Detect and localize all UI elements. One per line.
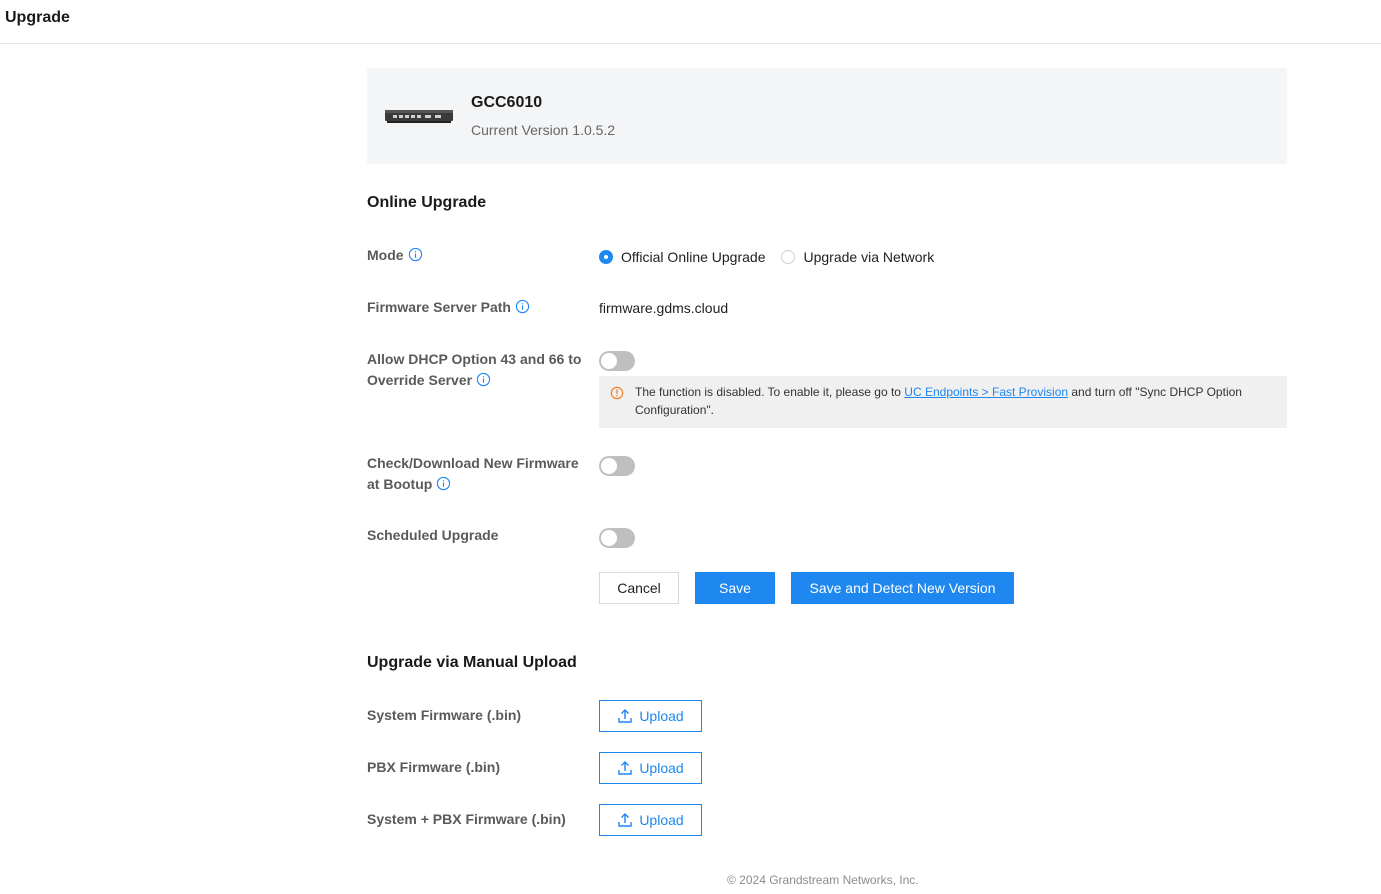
upload-label: Upload [639, 760, 684, 776]
firmware-server-path-label-text: Firmware Server Path [367, 299, 511, 315]
upload-system-pbx-firmware-button[interactable]: Upload [599, 804, 702, 836]
fast-provision-link[interactable]: UC Endpoints > Fast Provision [904, 385, 1068, 399]
scheduled-upgrade-label: Scheduled Upgrade [367, 527, 499, 543]
radio-label: Upgrade via Network [803, 249, 935, 265]
device-card: GCC6010 Current Version 1.0.5.2 [367, 68, 1287, 164]
dhcp-override-label: Allow DHCP Option 43 and 66 to Override … [367, 349, 592, 391]
check-at-bootup-label: Check/Download New Firmware at Bootup [367, 453, 592, 495]
toggle-knob [601, 458, 617, 474]
upload-icon [618, 761, 633, 775]
save-detect-button[interactable]: Save and Detect New Version [791, 572, 1014, 604]
system-pbx-firmware-label: System + PBX Firmware (.bin) [367, 811, 566, 827]
device-version: Current Version 1.0.5.2 [471, 122, 615, 138]
manual-upload-title: Upgrade via Manual Upload [367, 654, 577, 671]
page-title: Upgrade [5, 9, 70, 26]
check-at-bootup-label-text: Check/Download New Firmware at Bootup [367, 455, 579, 492]
info-icon[interactable] [408, 247, 423, 262]
save-button[interactable]: Save [695, 572, 775, 604]
pbx-firmware-label: PBX Firmware (.bin) [367, 759, 501, 775]
system-firmware-label: System Firmware (.bin) [367, 707, 522, 723]
firmware-server-path-value: firmware.gdms.cloud [599, 300, 729, 316]
upload-icon [618, 813, 633, 827]
upload-system-firmware-button[interactable]: Upload [599, 700, 702, 732]
upload-label: Upload [639, 708, 684, 724]
mode-label: Mode [367, 245, 592, 266]
dhcp-override-toggle[interactable] [599, 351, 635, 371]
check-at-bootup-toggle[interactable] [599, 456, 635, 476]
upload-pbx-firmware-button[interactable]: Upload [599, 752, 702, 784]
radio-label: Official Online Upgrade [621, 249, 766, 265]
cancel-button[interactable]: Cancel [599, 572, 679, 604]
info-icon[interactable] [476, 372, 491, 387]
info-icon[interactable] [436, 476, 451, 491]
version-value: 1.0.5.2 [572, 122, 616, 138]
network-device-icon [385, 110, 453, 123]
footer-copyright: © 2024 Grandstream Networks, Inc. [727, 873, 919, 887]
notice-text-prefix: The function is disabled. To enable it, … [635, 385, 905, 399]
upload-icon [618, 709, 633, 723]
dhcp-override-label-text: Allow DHCP Option 43 and 66 to Override … [367, 351, 582, 388]
radio-dot-unchecked[interactable] [781, 250, 796, 264]
toggle-knob [601, 530, 617, 546]
version-label: Current Version [471, 122, 569, 138]
radio-official-online-upgrade[interactable]: Official Online Upgrade [599, 249, 765, 265]
mode-radio-group: Official Online Upgrade Upgrade via Netw… [599, 247, 950, 267]
info-icon[interactable] [515, 299, 530, 314]
upload-label: Upload [639, 812, 684, 828]
toggle-knob [601, 353, 617, 369]
online-upgrade-title: Online Upgrade [367, 194, 487, 211]
scheduled-upgrade-toggle[interactable] [599, 528, 635, 548]
top-bar: Upgrade [0, 0, 1381, 44]
mode-label-text: Mode [367, 247, 404, 263]
device-name: GCC6010 [471, 94, 543, 111]
radio-upgrade-via-network[interactable]: Upgrade via Network [781, 249, 934, 265]
radio-dot-checked[interactable] [599, 250, 613, 264]
firmware-server-path-label: Firmware Server Path [367, 297, 592, 318]
warning-icon [610, 386, 624, 400]
dhcp-disabled-notice: The function is disabled. To enable it, … [599, 376, 1287, 428]
